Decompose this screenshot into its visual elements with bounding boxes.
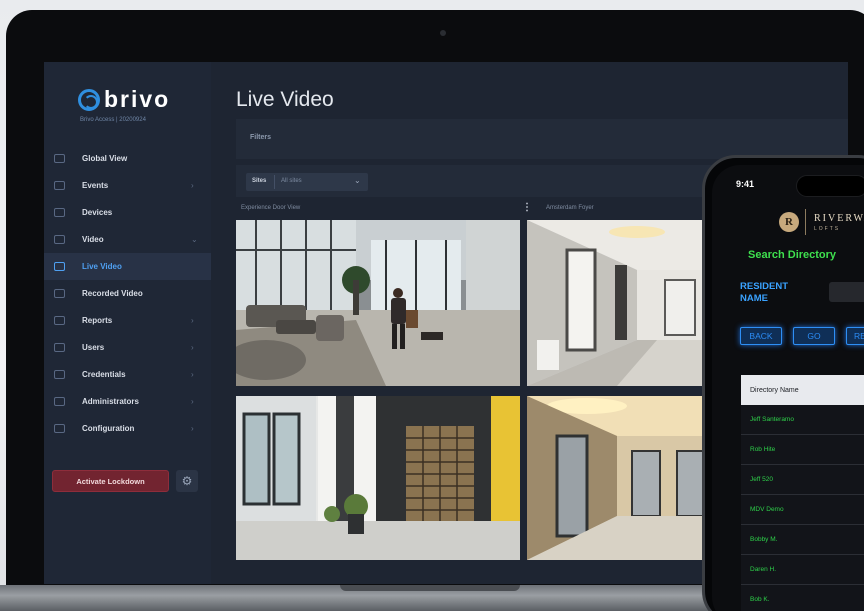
sidebar-item-label: Devices (82, 208, 113, 217)
sidebar-item-video[interactable]: Video ⌄ (44, 226, 211, 253)
filters-label: Filters (250, 134, 272, 141)
brand-subtitle: LOFTS (814, 226, 841, 232)
table-header: Directory Name (741, 375, 864, 405)
video-camera-icon (54, 235, 65, 244)
camera-title: Amsterdam Foyer (546, 205, 594, 211)
sidebar-item-label: Video (82, 235, 104, 244)
directory-row[interactable]: MDV Demo (741, 495, 864, 525)
settings-button[interactable]: ⚙ (176, 470, 198, 492)
directory-row[interactable]: Bob K. (741, 585, 864, 611)
admin-icon (54, 397, 65, 406)
resident-name-label: RESIDENT NAME (740, 281, 789, 304)
directory-row[interactable]: Daren H. (741, 555, 864, 585)
riverwalk-logo-icon: R (779, 212, 799, 232)
credential-icon (54, 370, 65, 379)
phone-frame: 9:41 R RIVERWA LOFTS Search Directory RE… (702, 155, 864, 611)
webcam-dot (440, 30, 446, 36)
chevron-right-icon: › (191, 316, 194, 325)
camera-title: Experience Door View (241, 205, 301, 211)
camera-feed-experience-door[interactable] (236, 220, 520, 386)
sidebar-item-live-video[interactable]: Live Video (44, 253, 211, 280)
sidebar-item-devices[interactable]: Devices (44, 199, 211, 226)
sidebar-item-events[interactable]: Events › (44, 172, 211, 199)
sidebar-item-label: Recorded Video (82, 289, 143, 298)
chevron-down-icon: ⌄ (354, 176, 361, 185)
sidebar-item-credentials[interactable]: Credentials › (44, 361, 211, 388)
sidebar-item-label: Live Video (82, 262, 122, 271)
camera-feed-mailroom[interactable] (236, 396, 520, 560)
page-title: Live Video (236, 88, 334, 111)
sidebar-item-label: Credentials (82, 370, 126, 379)
sidebar-item-label: Events (82, 181, 109, 190)
activate-lockdown-button[interactable]: Activate Lockdown (52, 470, 169, 492)
sidebar-item-label: Reports (82, 316, 113, 325)
back-button[interactable]: BACK (740, 327, 782, 345)
brand-logo: brivo (78, 86, 170, 113)
sites-select-key: Sites (252, 178, 267, 184)
logo-divider (805, 209, 806, 235)
directory-row[interactable]: Jeff 520 (741, 465, 864, 495)
filters-panel[interactable]: Filters (236, 119, 848, 159)
lobby-video-image (236, 220, 520, 386)
go-button[interactable]: GO (793, 327, 835, 345)
chevron-right-icon: › (191, 343, 194, 352)
resident-name-input[interactable] (829, 282, 864, 302)
globe-icon (54, 154, 65, 163)
laptop-hinge-notch (340, 585, 520, 591)
chevron-down-icon: ⌄ (191, 235, 198, 244)
sidebar-item-reports[interactable]: Reports › (44, 307, 211, 334)
directory-row[interactable]: Jeff Santeramo (741, 405, 864, 435)
sidebar-item-label: Global View (82, 154, 128, 163)
report-icon (54, 316, 65, 325)
sidebar-nav: Global View Events › Devices Video ⌄ Liv… (44, 145, 211, 442)
sidebar-item-administrators[interactable]: Administrators › (44, 388, 211, 415)
phone-screen: 9:41 R RIVERWA LOFTS Search Directory RE… (712, 165, 864, 611)
directory-row[interactable]: Bobby M. (741, 525, 864, 555)
device-grid-icon (54, 208, 65, 217)
briefcase-icon (54, 424, 65, 433)
directory-row[interactable]: Rob Hite (741, 435, 864, 465)
kebab-menu-icon[interactable]: ⋮ (522, 202, 532, 213)
recorded-video-icon (54, 289, 65, 298)
status-time: 9:41 (736, 179, 755, 189)
directory-table: Directory Name Jeff Santeramo Rob Hite J… (741, 375, 864, 611)
sidebar-item-label: Administrators (82, 397, 139, 406)
sidebar-item-users[interactable]: Users › (44, 334, 211, 361)
sidebar-item-label: Configuration (82, 424, 135, 433)
chat-icon (54, 181, 65, 190)
brand-name: brivo (104, 86, 171, 112)
sidebar-item-recorded-video[interactable]: Recorded Video (44, 280, 211, 307)
version-text: Brivo Access | 20200924 (80, 117, 146, 123)
brivo-logo-icon (78, 88, 100, 111)
sidebar-item-global-view[interactable]: Global View (44, 145, 211, 172)
sites-select-value: All sites (281, 178, 302, 184)
chevron-right-icon: › (191, 370, 194, 379)
chevron-right-icon: › (191, 424, 194, 433)
dynamic-island (796, 175, 864, 197)
divider (274, 175, 275, 189)
chevron-right-icon: › (191, 397, 194, 406)
reset-button[interactable]: RE (846, 327, 864, 345)
mailroom-video-image (236, 396, 520, 560)
sidebar: brivo Brivo Access | 20200924 Global Vie… (44, 62, 211, 584)
brand-name: RIVERWA (814, 213, 864, 224)
search-directory-title: Search Directory (748, 249, 837, 261)
sidebar-item-configuration[interactable]: Configuration › (44, 415, 211, 442)
sites-select[interactable]: Sites All sites ⌄ (246, 173, 368, 191)
user-icon (54, 343, 65, 352)
sidebar-item-label: Users (82, 343, 105, 352)
chevron-right-icon: › (191, 181, 194, 190)
live-video-icon (54, 262, 65, 271)
gear-icon: ⚙ (181, 474, 193, 488)
